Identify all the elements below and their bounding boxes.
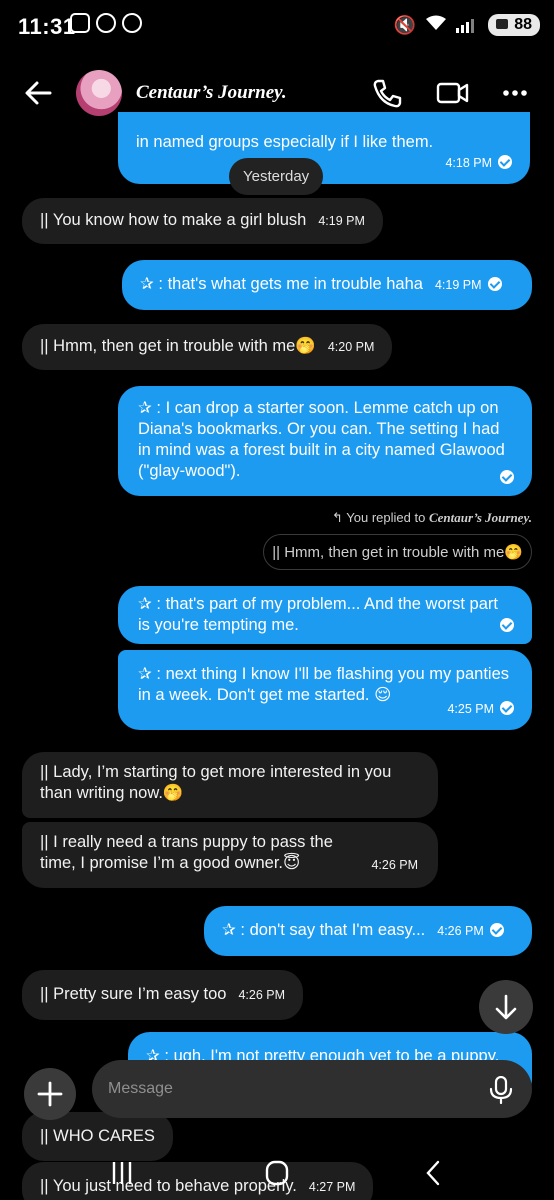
read-receipt-icon [498, 155, 512, 169]
message-bubble-outgoing[interactable]: ✰ : don't say that I'm easy... 4:26 PM [204, 906, 532, 956]
message-time: 4:26 PM [238, 988, 286, 1002]
message-bubble-outgoing[interactable]: ✰ : that's what gets me in trouble haha 4… [122, 260, 532, 310]
scroll-to-bottom-button[interactable] [479, 980, 533, 1034]
message-bubble-outgoing[interactable]: in named groups especially if I like the… [118, 112, 530, 184]
video-call-icon[interactable] [436, 76, 470, 110]
message-time: 4:25 PM [447, 702, 494, 716]
status-right: 🔇 88 [394, 14, 540, 36]
status-notification-icons [70, 13, 142, 33]
message-bubble-outgoing[interactable]: ✰ : next thing I know I'll be flashing y… [118, 650, 532, 730]
message-meta: 4:18 PM [445, 153, 512, 174]
conversation-title[interactable]: Centaur’s Journey. [136, 82, 287, 104]
plus-icon [37, 1081, 63, 1107]
back-arrow-icon[interactable] [24, 76, 54, 110]
status-bar: 11:31 🔇 88 [0, 0, 554, 56]
message-time: 4:26 PM [437, 924, 484, 938]
message-bubble-incoming[interactable]: || You know how to make a girl blush 4:19… [22, 198, 383, 244]
signal-icon [456, 17, 478, 33]
home-icon[interactable] [257, 1158, 297, 1188]
threads-icon-2 [122, 13, 142, 33]
system-navigation-bar [0, 1148, 554, 1200]
message-list: in named groups especially if I like the… [0, 112, 554, 1200]
message-text: || Pretty sure I’m easy too [40, 985, 227, 1003]
read-receipt-icon [500, 618, 514, 632]
read-receipt-icon [489, 923, 504, 937]
reply-arrow-icon: ↰ [331, 510, 343, 525]
message-bubble-outgoing[interactable]: ✰ : that's part of my problem... And the… [118, 586, 532, 644]
read-receipt-icon [500, 701, 514, 715]
composer-bar [0, 1060, 554, 1120]
avatar[interactable] [76, 70, 122, 116]
mute-icon: 🔇 [393, 14, 417, 35]
more-options-icon[interactable] [500, 76, 534, 110]
message-time: 4:26 PM [371, 858, 418, 872]
message-input[interactable] [92, 1060, 532, 1118]
microphone-icon[interactable] [488, 1076, 514, 1104]
status-time: 11:31 [18, 14, 76, 39]
threads-icon [96, 13, 116, 33]
message-text: ✰ : that's what gets me in trouble haha [140, 275, 423, 293]
message-bubble-incoming[interactable]: || I really need a trans puppy to pass t… [22, 822, 438, 888]
message-time: 4:19 PM [434, 278, 482, 292]
message-time: 4:18 PM [445, 156, 492, 170]
message-text: || You know how to make a girl blush [40, 211, 307, 229]
message-meta: 4:25 PM [447, 699, 514, 720]
recent-apps-icon[interactable] [102, 1158, 142, 1188]
message-time: 4:20 PM [327, 340, 375, 354]
message-text: ✰ : that's part of my problem... And the… [138, 595, 498, 634]
message-bubble-incoming[interactable]: || Hmm, then get in trouble with me🤭 4:20… [22, 324, 393, 370]
message-text: ✰ : don't say that I'm easy... [222, 921, 426, 939]
message-text: || WHO CARES [40, 1127, 155, 1145]
wifi-icon [426, 15, 447, 36]
message-bubble-incoming[interactable]: || Pretty sure I’m easy too 4:26 PM [22, 970, 304, 1020]
date-separator: Yesterday [229, 158, 324, 195]
read-receipt-icon [487, 277, 502, 291]
message-bubble-incoming[interactable]: || Lady, I’m starting to get more intere… [22, 752, 438, 818]
battery-indicator: 88 [488, 14, 540, 36]
back-nav-icon[interactable] [414, 1158, 454, 1188]
phone-icon[interactable] [370, 76, 404, 110]
message-text: || Lady, I’m starting to get more intere… [40, 763, 392, 802]
read-receipt-icon [500, 470, 514, 484]
add-attachment-button[interactable] [24, 1068, 76, 1120]
message-text: ✰ : I can drop a starter soon. Lemme cat… [138, 399, 505, 480]
message-text: || I really need a trans puppy to pass t… [40, 833, 333, 872]
message-text: || Hmm, then get in trouble with me🤭 [40, 337, 316, 355]
quoted-message[interactable]: || Hmm, then get in trouble with me🤭 [263, 534, 532, 570]
reply-label-name: Centaur’s Journey. [428, 510, 532, 525]
reply-context-label: ↰ You replied to Centaur’s Journey. [332, 510, 532, 526]
reply-label-prefix: You replied to [346, 510, 426, 525]
screenshot-icon [70, 13, 90, 33]
arrow-down-icon [495, 994, 517, 1020]
message-time: 4:19 PM [318, 214, 365, 228]
message-text: in named groups especially if I like the… [136, 133, 434, 151]
message-bubble-outgoing[interactable]: ✰ : I can drop a starter soon. Lemme cat… [118, 386, 532, 496]
